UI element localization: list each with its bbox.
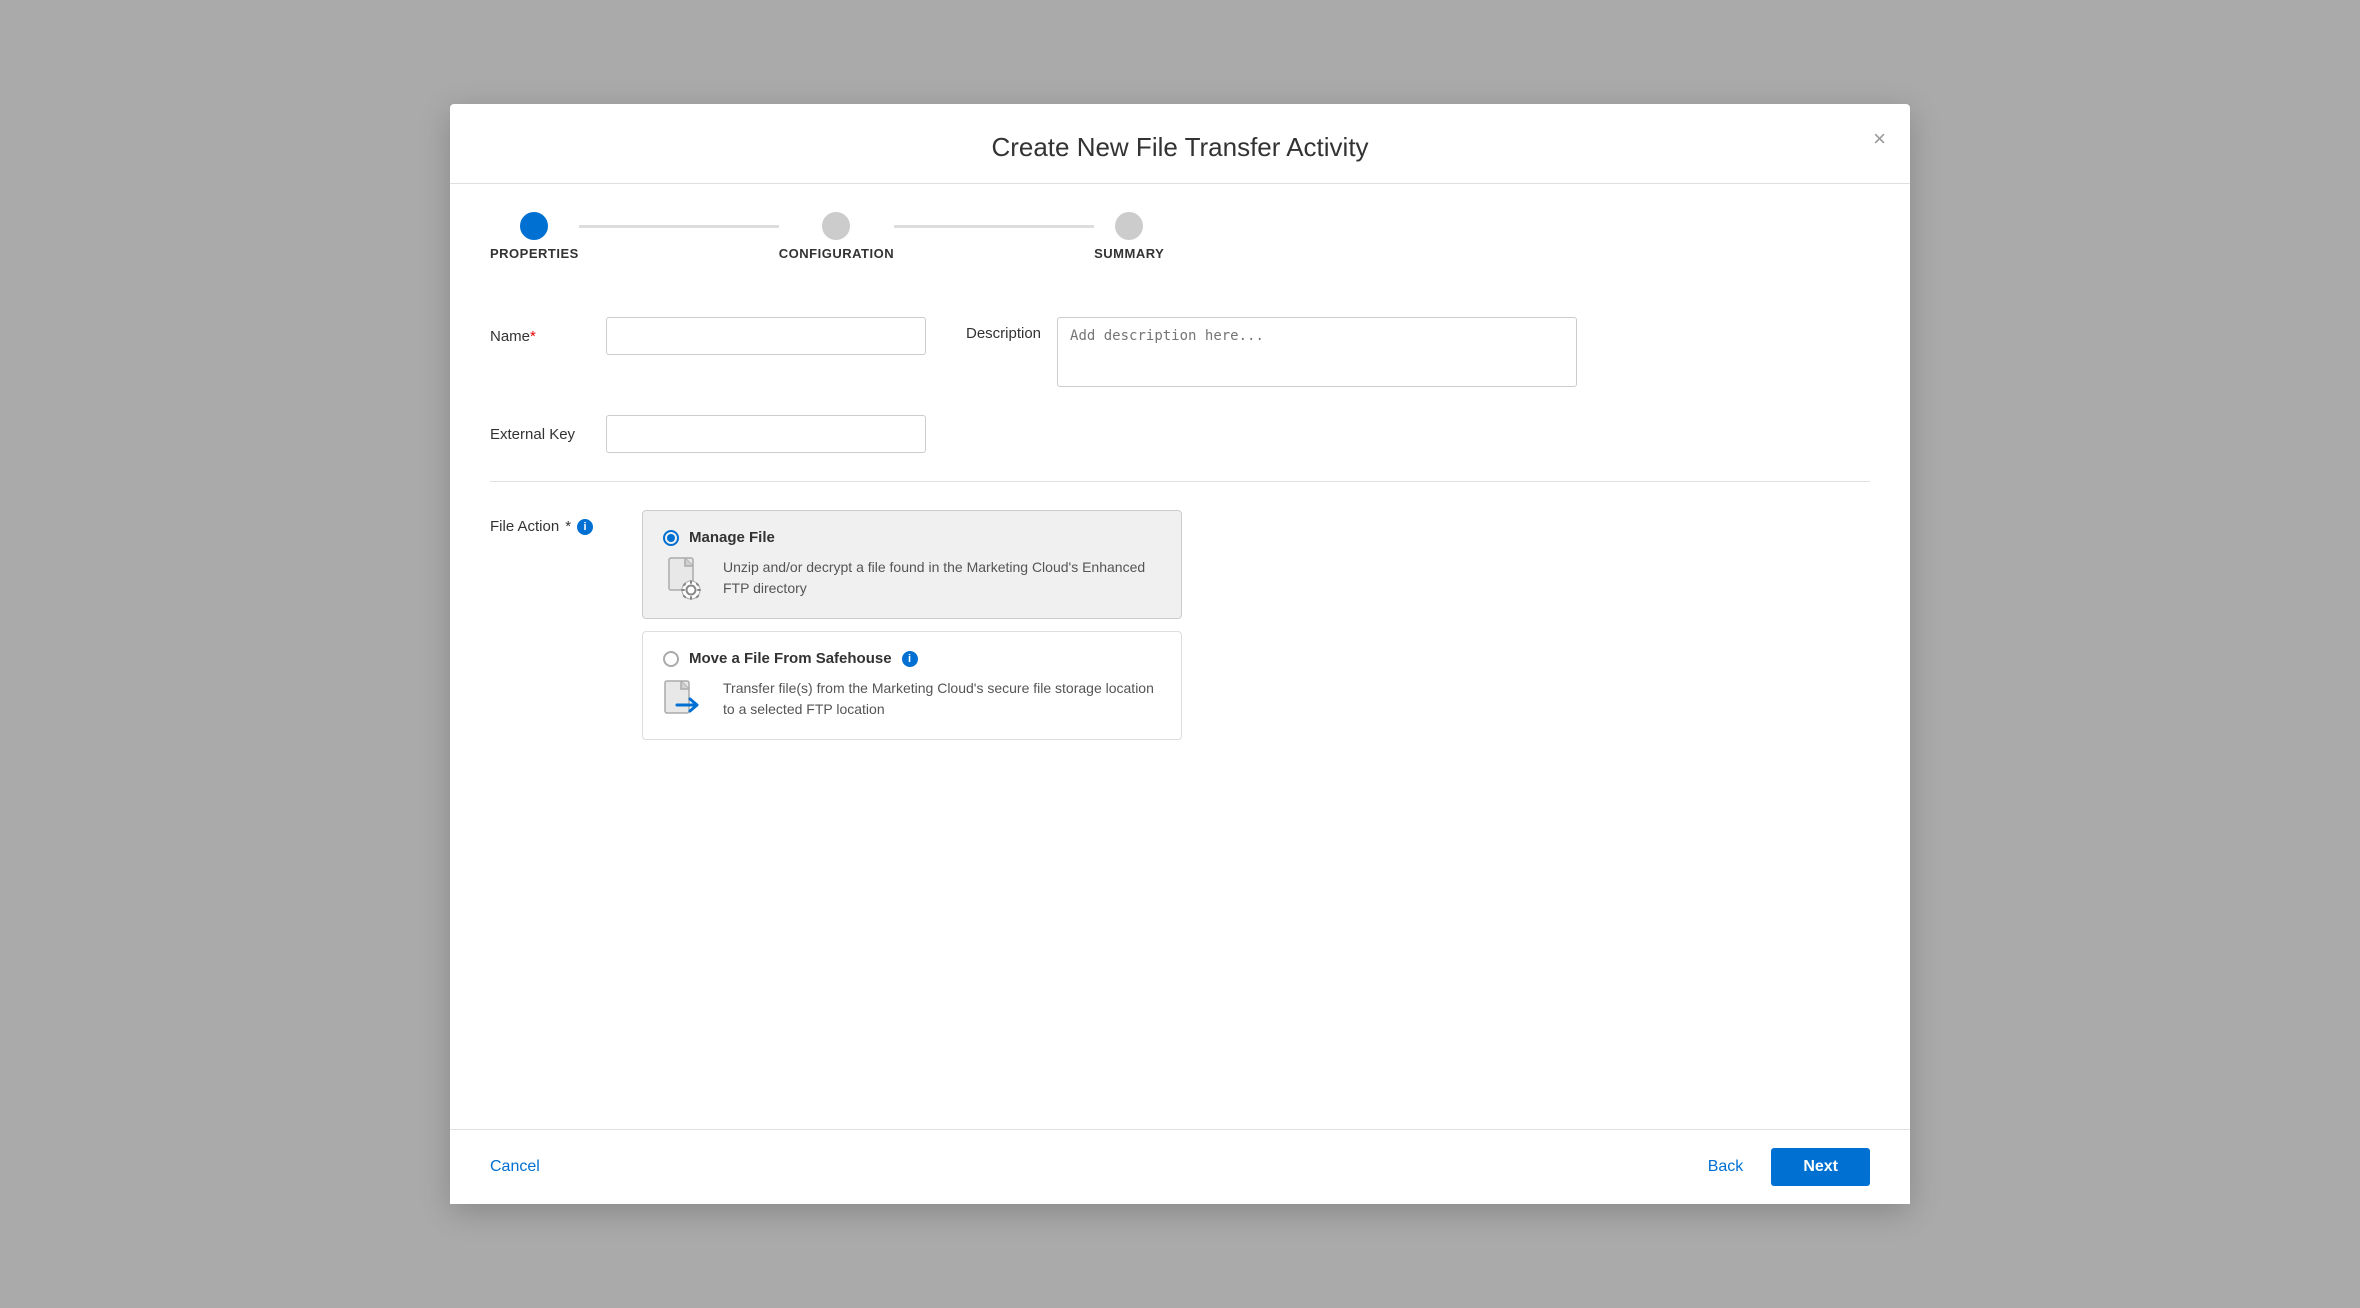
file-action-section: File Action* i Manage File — [490, 510, 1870, 740]
move-file-option[interactable]: Move a File From Safehouse i — [642, 631, 1182, 740]
manage-file-header: Manage File — [663, 529, 1161, 546]
move-file-icon — [663, 677, 707, 721]
modal: Create New File Transfer Activity × PROP… — [450, 104, 1910, 1204]
manage-file-icon — [663, 556, 707, 600]
move-file-radio[interactable] — [663, 651, 679, 667]
external-key-row: External Key — [490, 415, 1870, 453]
manage-file-radio[interactable] — [663, 530, 679, 546]
modal-overlay: Create New File Transfer Activity × PROP… — [0, 0, 2360, 1308]
manage-file-title: Manage File — [689, 529, 775, 546]
description-group: Description — [966, 317, 1870, 387]
external-key-group: External Key — [490, 415, 926, 453]
modal-footer: Cancel Back Next — [450, 1129, 1910, 1204]
description-label: Description — [966, 325, 1041, 342]
name-description-row: Name* Description — [490, 317, 1870, 387]
file-action-info-icon[interactable]: i — [577, 519, 593, 535]
step-configuration: CONFIGURATION — [779, 212, 894, 261]
name-input[interactable] — [606, 317, 926, 355]
name-group: Name* — [490, 317, 926, 355]
file-action-options: Manage File — [642, 510, 1182, 740]
step-label-summary: SUMMARY — [1094, 246, 1164, 261]
manage-file-desc: Unzip and/or decrypt a file found in the… — [723, 557, 1161, 599]
step-circle-properties — [520, 212, 548, 240]
step-connector-2 — [894, 225, 1094, 228]
step-circle-summary — [1115, 212, 1143, 240]
external-key-label: External Key — [490, 426, 590, 443]
footer-right: Back Next — [1692, 1148, 1870, 1186]
move-file-body: Transfer file(s) from the Marketing Clou… — [663, 677, 1161, 721]
move-file-title: Move a File From Safehouse — [689, 650, 892, 667]
cancel-button[interactable]: Cancel — [490, 1150, 540, 1184]
file-action-label: File Action* i — [490, 510, 610, 535]
back-button[interactable]: Back — [1692, 1150, 1760, 1184]
manage-file-body: Unzip and/or decrypt a file found in the… — [663, 556, 1161, 600]
modal-header: Create New File Transfer Activity × — [450, 104, 1910, 184]
modal-title: Create New File Transfer Activity — [490, 132, 1870, 183]
step-summary: SUMMARY — [1094, 212, 1164, 261]
step-label-properties: PROPERTIES — [490, 246, 579, 261]
description-textarea[interactable] — [1057, 317, 1577, 387]
manage-file-option[interactable]: Manage File — [642, 510, 1182, 619]
move-file-header: Move a File From Safehouse i — [663, 650, 1161, 667]
step-label-configuration: CONFIGURATION — [779, 246, 894, 261]
name-label: Name* — [490, 328, 590, 345]
close-button[interactable]: × — [1873, 128, 1886, 150]
divider — [490, 481, 1870, 482]
step-connector-1 — [579, 225, 779, 228]
next-button[interactable]: Next — [1771, 1148, 1870, 1186]
step-properties: PROPERTIES — [490, 212, 579, 261]
external-key-input[interactable] — [606, 415, 926, 453]
move-file-desc: Transfer file(s) from the Marketing Clou… — [723, 678, 1161, 720]
move-file-info-icon[interactable]: i — [902, 651, 918, 667]
step-circle-configuration — [822, 212, 850, 240]
stepper: PROPERTIES CONFIGURATION SUMMARY — [450, 184, 1910, 281]
modal-body: Name* Description External Key — [450, 281, 1910, 1129]
